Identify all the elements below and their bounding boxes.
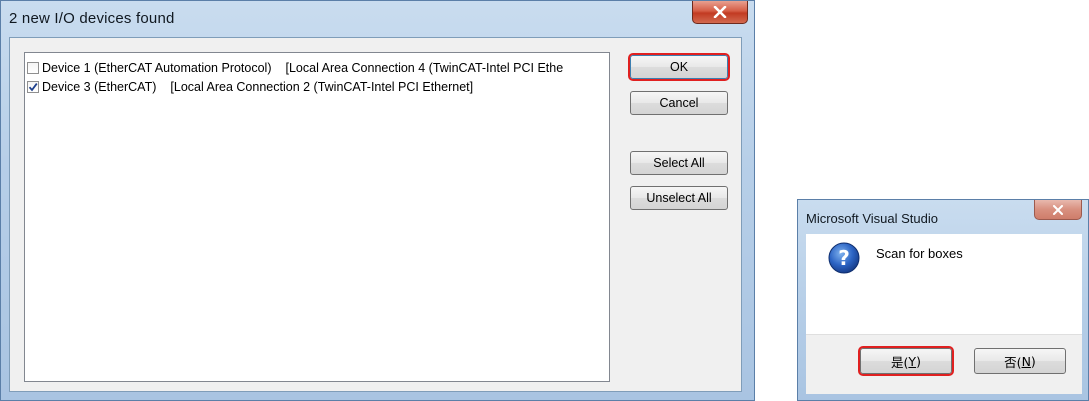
close-icon bbox=[713, 6, 727, 18]
yes-label: 是( bbox=[891, 354, 909, 370]
close-icon bbox=[1053, 204, 1063, 215]
checkmark-icon bbox=[28, 83, 38, 92]
device-3-checkbox[interactable] bbox=[27, 81, 39, 93]
vs-close-button[interactable] bbox=[1034, 200, 1082, 220]
close-button[interactable] bbox=[692, 1, 748, 24]
no-label: 否( bbox=[1004, 354, 1022, 370]
device-1-checkbox[interactable] bbox=[27, 62, 39, 74]
select-all-button[interactable]: Select All bbox=[630, 151, 728, 175]
device-1-name: Device 1 (EtherCAT Automation Protocol) bbox=[42, 61, 272, 75]
vs-dialog-title: Microsoft Visual Studio bbox=[806, 211, 938, 226]
yes-button[interactable]: 是(Y) bbox=[858, 346, 954, 376]
cancel-button[interactable]: Cancel bbox=[630, 91, 728, 115]
unselect-all-button[interactable]: Unselect All bbox=[630, 186, 728, 210]
device-list[interactable]: Device 1 (EtherCAT Automation Protocol) … bbox=[24, 52, 610, 382]
question-icon: ? bbox=[828, 242, 860, 274]
device-3-connection: [Local Area Connection 2 (TwinCAT-Intel … bbox=[170, 80, 474, 94]
device-3-name: Device 3 (EtherCAT) bbox=[42, 80, 157, 94]
no-button[interactable]: 否(N) bbox=[974, 348, 1066, 374]
devices-dialog: 2 new I/O devices found Device 1 (EtherC… bbox=[0, 0, 755, 401]
vs-message-dialog: Microsoft Visual Studio ? Scan for boxes… bbox=[797, 199, 1089, 401]
yes-label-close: ) bbox=[916, 353, 921, 369]
svg-text:?: ? bbox=[838, 246, 850, 270]
list-item[interactable]: Device 3 (EtherCAT) [Local Area Connecti… bbox=[27, 78, 473, 96]
no-accelerator: N bbox=[1021, 353, 1031, 369]
yes-accelerator: Y bbox=[908, 353, 917, 369]
device-1-connection: [Local Area Connection 4 (TwinCAT-Intel … bbox=[285, 61, 564, 75]
list-item[interactable]: Device 1 (EtherCAT Automation Protocol) … bbox=[27, 59, 563, 77]
dialog-title: 2 new I/O devices found bbox=[9, 10, 175, 27]
vs-message-text: Scan for boxes bbox=[876, 246, 963, 261]
dialog-body: Device 1 (EtherCAT Automation Protocol) … bbox=[9, 37, 742, 392]
no-label-close: ) bbox=[1030, 353, 1036, 369]
ok-button[interactable]: OK bbox=[628, 53, 730, 81]
